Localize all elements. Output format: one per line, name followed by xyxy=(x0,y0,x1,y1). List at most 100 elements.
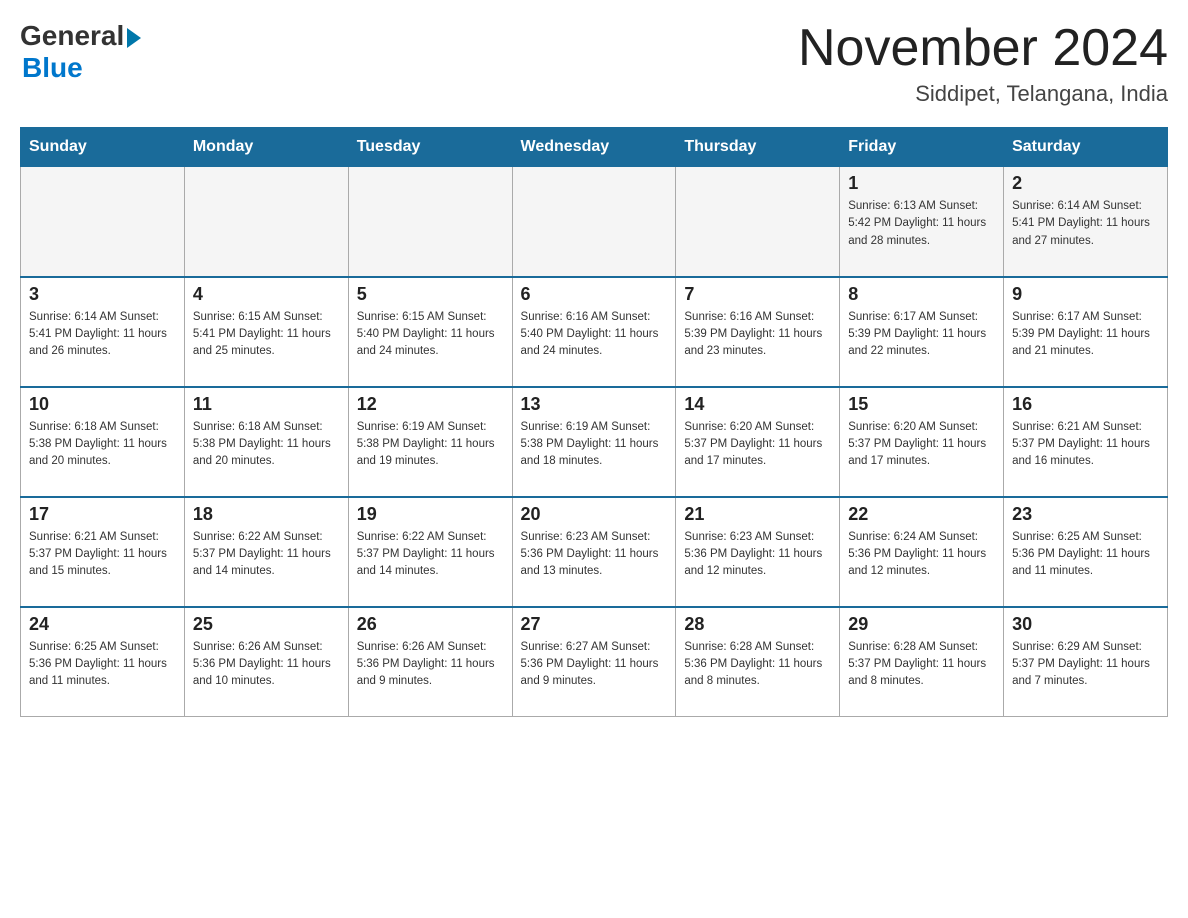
day-number: 26 xyxy=(357,614,504,635)
day-of-week-header: Thursday xyxy=(676,128,840,167)
day-info: Sunrise: 6:25 AM Sunset: 5:36 PM Dayligh… xyxy=(1012,529,1159,581)
day-number: 11 xyxy=(193,394,340,415)
day-info: Sunrise: 6:16 AM Sunset: 5:39 PM Dayligh… xyxy=(684,309,831,361)
day-number: 21 xyxy=(684,504,831,525)
title-block: November 2024 Siddipet, Telangana, India xyxy=(798,20,1168,107)
day-info: Sunrise: 6:16 AM Sunset: 5:40 PM Dayligh… xyxy=(521,309,668,361)
calendar-cell: 18 Sunrise: 6:22 AM Sunset: 5:37 PM Dayli… xyxy=(184,497,348,607)
calendar-week-row: 10 Sunrise: 6:18 AM Sunset: 5:38 PM Dayli… xyxy=(21,387,1168,497)
day-info: Sunrise: 6:19 AM Sunset: 5:38 PM Dayligh… xyxy=(521,419,668,471)
day-number: 10 xyxy=(29,394,176,415)
day-number: 15 xyxy=(848,394,995,415)
calendar-cell xyxy=(21,167,185,277)
calendar-cell: 12 Sunrise: 6:19 AM Sunset: 5:38 PM Dayli… xyxy=(348,387,512,497)
day-number: 18 xyxy=(193,504,340,525)
day-number: 16 xyxy=(1012,394,1159,415)
day-info: Sunrise: 6:15 AM Sunset: 5:40 PM Dayligh… xyxy=(357,309,504,361)
day-info: Sunrise: 6:25 AM Sunset: 5:36 PM Dayligh… xyxy=(29,639,176,691)
day-number: 5 xyxy=(357,284,504,305)
day-info: Sunrise: 6:29 AM Sunset: 5:37 PM Dayligh… xyxy=(1012,639,1159,691)
calendar-week-row: 1 Sunrise: 6:13 AM Sunset: 5:42 PM Daylig… xyxy=(21,167,1168,277)
calendar-cell: 28Sunrise: 6:28 AM Sunset: 5:36 PM Dayli… xyxy=(676,607,840,717)
calendar-cell: 24 Sunrise: 6:25 AM Sunset: 5:36 PM Dayli… xyxy=(21,607,185,717)
calendar-cell xyxy=(348,167,512,277)
calendar-cell: 1 Sunrise: 6:13 AM Sunset: 5:42 PM Daylig… xyxy=(840,167,1004,277)
day-info: Sunrise: 6:22 AM Sunset: 5:37 PM Dayligh… xyxy=(193,529,340,581)
calendar-cell: 10 Sunrise: 6:18 AM Sunset: 5:38 PM Dayli… xyxy=(21,387,185,497)
logo-blue-text: Blue xyxy=(22,52,83,84)
day-of-week-header: Sunday xyxy=(21,128,185,167)
day-info: Sunrise: 6:18 AM Sunset: 5:38 PM Dayligh… xyxy=(29,419,176,471)
calendar-cell: 16Sunrise: 6:21 AM Sunset: 5:37 PM Dayli… xyxy=(1004,387,1168,497)
calendar-cell xyxy=(184,167,348,277)
day-info: Sunrise: 6:26 AM Sunset: 5:36 PM Dayligh… xyxy=(357,639,504,691)
day-number: 9 xyxy=(1012,284,1159,305)
day-number: 30 xyxy=(1012,614,1159,635)
day-info: Sunrise: 6:23 AM Sunset: 5:36 PM Dayligh… xyxy=(521,529,668,581)
day-number: 3 xyxy=(29,284,176,305)
calendar-cell: 14 Sunrise: 6:20 AM Sunset: 5:37 PM Dayli… xyxy=(676,387,840,497)
calendar-cell: 11 Sunrise: 6:18 AM Sunset: 5:38 PM Dayli… xyxy=(184,387,348,497)
calendar-header-row: SundayMondayTuesdayWednesdayThursdayFrid… xyxy=(21,128,1168,167)
day-number: 25 xyxy=(193,614,340,635)
day-info: Sunrise: 6:17 AM Sunset: 5:39 PM Dayligh… xyxy=(848,309,995,361)
calendar-cell xyxy=(512,167,676,277)
day-info: Sunrise: 6:20 AM Sunset: 5:37 PM Dayligh… xyxy=(684,419,831,471)
calendar-cell: 23 Sunrise: 6:25 AM Sunset: 5:36 PM Dayli… xyxy=(1004,497,1168,607)
day-info: Sunrise: 6:24 AM Sunset: 5:36 PM Dayligh… xyxy=(848,529,995,581)
calendar-cell: 2Sunrise: 6:14 AM Sunset: 5:41 PM Daylig… xyxy=(1004,167,1168,277)
calendar-cell: 8Sunrise: 6:17 AM Sunset: 5:39 PM Daylig… xyxy=(840,277,1004,387)
day-number: 29 xyxy=(848,614,995,635)
day-number: 24 xyxy=(29,614,176,635)
day-info: Sunrise: 6:20 AM Sunset: 5:37 PM Dayligh… xyxy=(848,419,995,471)
day-info: Sunrise: 6:15 AM Sunset: 5:41 PM Dayligh… xyxy=(193,309,340,361)
day-of-week-header: Monday xyxy=(184,128,348,167)
day-info: Sunrise: 6:21 AM Sunset: 5:37 PM Dayligh… xyxy=(29,529,176,581)
day-info: Sunrise: 6:28 AM Sunset: 5:36 PM Dayligh… xyxy=(684,639,831,691)
calendar-cell xyxy=(676,167,840,277)
day-number: 7 xyxy=(684,284,831,305)
calendar-cell: 6Sunrise: 6:16 AM Sunset: 5:40 PM Daylig… xyxy=(512,277,676,387)
day-number: 27 xyxy=(521,614,668,635)
month-title: November 2024 xyxy=(798,20,1168,77)
calendar-week-row: 24 Sunrise: 6:25 AM Sunset: 5:36 PM Dayli… xyxy=(21,607,1168,717)
day-info: Sunrise: 6:22 AM Sunset: 5:37 PM Dayligh… xyxy=(357,529,504,581)
day-info: Sunrise: 6:13 AM Sunset: 5:42 PM Dayligh… xyxy=(848,198,995,250)
logo-general-text: General xyxy=(20,20,124,52)
calendar-cell: 29 Sunrise: 6:28 AM Sunset: 5:37 PM Dayli… xyxy=(840,607,1004,717)
calendar-week-row: 17 Sunrise: 6:21 AM Sunset: 5:37 PM Dayli… xyxy=(21,497,1168,607)
day-info: Sunrise: 6:27 AM Sunset: 5:36 PM Dayligh… xyxy=(521,639,668,691)
calendar-cell: 7 Sunrise: 6:16 AM Sunset: 5:39 PM Daylig… xyxy=(676,277,840,387)
calendar-cell: 3 Sunrise: 6:14 AM Sunset: 5:41 PM Daylig… xyxy=(21,277,185,387)
day-of-week-header: Saturday xyxy=(1004,128,1168,167)
calendar-cell: 27 Sunrise: 6:27 AM Sunset: 5:36 PM Dayli… xyxy=(512,607,676,717)
day-info: Sunrise: 6:14 AM Sunset: 5:41 PM Dayligh… xyxy=(29,309,176,361)
calendar-cell: 25 Sunrise: 6:26 AM Sunset: 5:36 PM Dayli… xyxy=(184,607,348,717)
calendar-cell: 21 Sunrise: 6:23 AM Sunset: 5:36 PM Dayli… xyxy=(676,497,840,607)
day-info: Sunrise: 6:14 AM Sunset: 5:41 PM Dayligh… xyxy=(1012,198,1159,250)
day-info: Sunrise: 6:18 AM Sunset: 5:38 PM Dayligh… xyxy=(193,419,340,471)
day-info: Sunrise: 6:19 AM Sunset: 5:38 PM Dayligh… xyxy=(357,419,504,471)
day-of-week-header: Tuesday xyxy=(348,128,512,167)
logo: General Blue xyxy=(20,20,141,84)
day-number: 12 xyxy=(357,394,504,415)
calendar-cell: 9Sunrise: 6:17 AM Sunset: 5:39 PM Daylig… xyxy=(1004,277,1168,387)
calendar-cell: 30 Sunrise: 6:29 AM Sunset: 5:37 PM Dayli… xyxy=(1004,607,1168,717)
day-number: 17 xyxy=(29,504,176,525)
calendar-week-row: 3 Sunrise: 6:14 AM Sunset: 5:41 PM Daylig… xyxy=(21,277,1168,387)
page-header: General Blue November 2024 Siddipet, Tel… xyxy=(20,20,1168,107)
day-number: 23 xyxy=(1012,504,1159,525)
day-of-week-header: Friday xyxy=(840,128,1004,167)
day-number: 4 xyxy=(193,284,340,305)
calendar-cell: 20Sunrise: 6:23 AM Sunset: 5:36 PM Dayli… xyxy=(512,497,676,607)
day-info: Sunrise: 6:23 AM Sunset: 5:36 PM Dayligh… xyxy=(684,529,831,581)
day-number: 1 xyxy=(848,173,995,194)
day-number: 13 xyxy=(521,394,668,415)
day-info: Sunrise: 6:28 AM Sunset: 5:37 PM Dayligh… xyxy=(848,639,995,691)
calendar-cell: 26 Sunrise: 6:26 AM Sunset: 5:36 PM Dayli… xyxy=(348,607,512,717)
logo-arrow-icon xyxy=(127,28,141,48)
day-number: 14 xyxy=(684,394,831,415)
calendar-cell: 17 Sunrise: 6:21 AM Sunset: 5:37 PM Dayli… xyxy=(21,497,185,607)
day-info: Sunrise: 6:26 AM Sunset: 5:36 PM Dayligh… xyxy=(193,639,340,691)
day-number: 19 xyxy=(357,504,504,525)
